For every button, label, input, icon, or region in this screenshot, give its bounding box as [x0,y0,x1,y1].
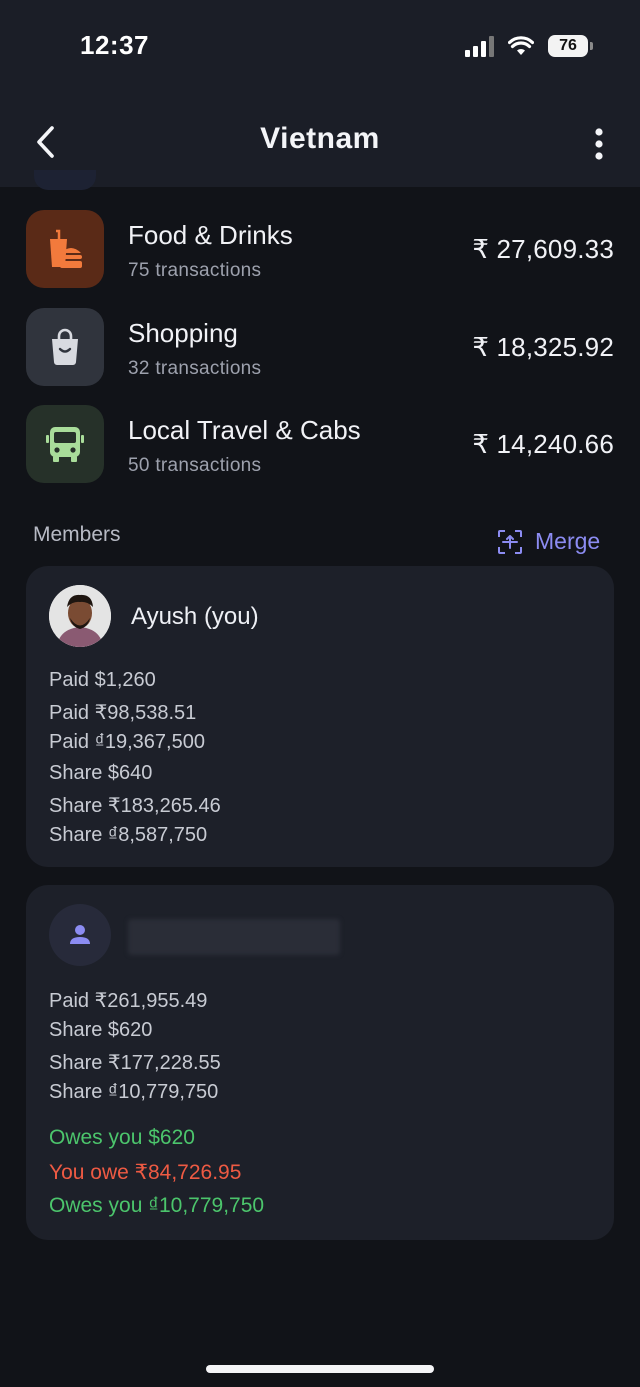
food-drinks-icon [26,210,104,288]
category-name: Shopping [128,318,238,348]
app-header: 12:37 76 Vietnam [0,0,640,187]
balance-owes-you: Owes you $620 [49,1126,195,1149]
category-icon-partial [34,170,96,190]
category-transactions: 75 transactions [128,260,262,281]
member-detail-line: Share ₹177,228.55 [49,1052,221,1074]
merge-button[interactable]: Merge [497,528,600,555]
category-transactions: 32 transactions [128,358,262,379]
battery-indicator: 76 [548,35,593,57]
member-detail-line: Paid ₫19,367,500 [49,731,205,753]
member-card-self[interactable]: Ayush (you) Paid $1,260 Paid ₹98,538.51 … [26,566,614,867]
avatar [49,585,111,647]
category-name: Food & Drinks [128,220,293,250]
category-transactions: 50 transactions [128,455,262,476]
category-amount: ₹ 18,325.92 [472,332,614,362]
category-row-local-travel[interactable]: Local Travel & Cabs 50 transactions ₹ 14… [26,405,616,485]
category-amount: ₹ 27,609.33 [472,234,614,264]
home-indicator [206,1365,434,1373]
member-detail-line: Share $640 [49,762,153,784]
bus-icon [26,405,104,483]
status-time: 12:37 [80,30,149,60]
more-options-icon[interactable] [584,124,614,164]
member-detail-line: Share $620 [49,1019,153,1041]
page-title: Vietnam [260,122,380,155]
member-name: Ayush (you) [131,603,259,630]
category-name: Local Travel & Cabs [128,415,361,445]
member-detail-line: Share ₫8,587,750 [49,824,208,846]
members-section-label: Members [33,523,121,546]
member-name-redacted [128,919,340,955]
avatar [49,904,111,966]
balance-you-owe: You owe ₹84,726.95 [49,1161,242,1184]
category-amount: ₹ 14,240.66 [472,429,614,459]
merge-icon [498,529,522,554]
category-row-food-drinks[interactable]: Food & Drinks 75 transactions ₹ 27,609.3… [26,210,616,290]
status-icons: 76 [465,35,593,57]
merge-label: Merge [535,528,601,554]
member-card-other[interactable]: Paid ₹261,955.49 Share $620 Share ₹177,2… [26,885,614,1240]
cellular-signal-icon [465,35,494,57]
member-detail-line: Paid $1,260 [49,669,156,691]
shopping-bag-icon [26,308,104,386]
category-row-shopping[interactable]: Shopping 32 transactions ₹ 18,325.92 [26,308,616,388]
member-detail-line: Share ₹183,265.46 [49,795,221,817]
balance-owes-you: Owes you ₫10,779,750 [49,1194,265,1217]
member-detail-line: Paid ₹98,538.51 [49,702,197,724]
wifi-icon [508,36,534,55]
member-detail-line: Paid ₹261,955.49 [49,990,208,1012]
member-detail-line: Share ₫10,779,750 [49,1081,219,1103]
